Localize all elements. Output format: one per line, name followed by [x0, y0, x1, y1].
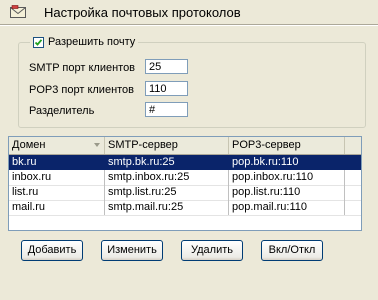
- smtp-port-label: SMTP порт клиентов: [29, 62, 136, 74]
- toggle-button[interactable]: Вкл/Откл: [261, 240, 323, 261]
- sort-arrow-icon: [94, 143, 100, 147]
- header-divider: [0, 24, 378, 26]
- delete-button[interactable]: Удалить: [181, 240, 243, 261]
- cell-domain: inbox.ru: [9, 170, 105, 185]
- header-bar: Настройка почтовых протоколов: [0, 0, 378, 26]
- cell-domain: mail.ru: [9, 200, 105, 215]
- domain-table[interactable]: Домен SMTP-сервер POP3-сервер bk.ru smtp…: [8, 136, 362, 231]
- cell-smtp: smtp.list.ru:25: [105, 185, 229, 200]
- cell-domain: bk.ru: [9, 155, 105, 170]
- pop3-port-label: POP3 порт клиентов: [29, 84, 135, 96]
- table-row[interactable]: mail.ru smtp.mail.ru:25 pop.mail.ru:110: [9, 200, 361, 215]
- pop3-port-input[interactable]: [145, 81, 188, 96]
- separator-input[interactable]: [145, 102, 188, 117]
- cell-pop3: pop.bk.ru:110: [229, 155, 345, 170]
- cell-smtp: smtp.inbox.ru:25: [105, 170, 229, 185]
- column-header-domain[interactable]: Домен: [9, 137, 105, 154]
- cell-pop3: pop.list.ru:110: [229, 185, 345, 200]
- cell-pop3: pop.inbox.ru:110: [229, 170, 345, 185]
- cell-smtp: smtp.mail.ru:25: [105, 200, 229, 215]
- table-header: Домен SMTP-сервер POP3-сервер: [9, 137, 361, 155]
- table-row[interactable]: inbox.ru smtp.inbox.ru:25 pop.inbox.ru:1…: [9, 170, 361, 185]
- separator-label: Разделитель: [29, 105, 95, 117]
- column-header-smtp[interactable]: SMTP-сервер: [105, 137, 229, 154]
- table-row[interactable]: bk.ru smtp.bk.ru:25 pop.bk.ru:110: [9, 155, 361, 170]
- smtp-port-input[interactable]: [145, 59, 188, 74]
- enable-mail-label: Разрешить почту: [48, 36, 136, 48]
- table-row[interactable]: list.ru smtp.list.ru:25 pop.list.ru:110: [9, 185, 361, 200]
- edit-button[interactable]: Изменить: [101, 240, 163, 261]
- enable-mail-toggle[interactable]: Разрешить почту: [30, 35, 139, 49]
- add-button[interactable]: Добавить: [21, 240, 83, 261]
- row-divider: [9, 215, 361, 216]
- cell-domain: list.ru: [9, 185, 105, 200]
- cell-smtp: smtp.bk.ru:25: [105, 155, 229, 170]
- enable-mail-checkbox[interactable]: [33, 36, 44, 48]
- page-title: Настройка почтовых протоколов: [44, 5, 241, 20]
- column-header-pop3[interactable]: POP3-сервер: [229, 137, 345, 154]
- cell-pop3: pop.mail.ru:110: [229, 200, 345, 215]
- envelope-icon: [10, 5, 26, 19]
